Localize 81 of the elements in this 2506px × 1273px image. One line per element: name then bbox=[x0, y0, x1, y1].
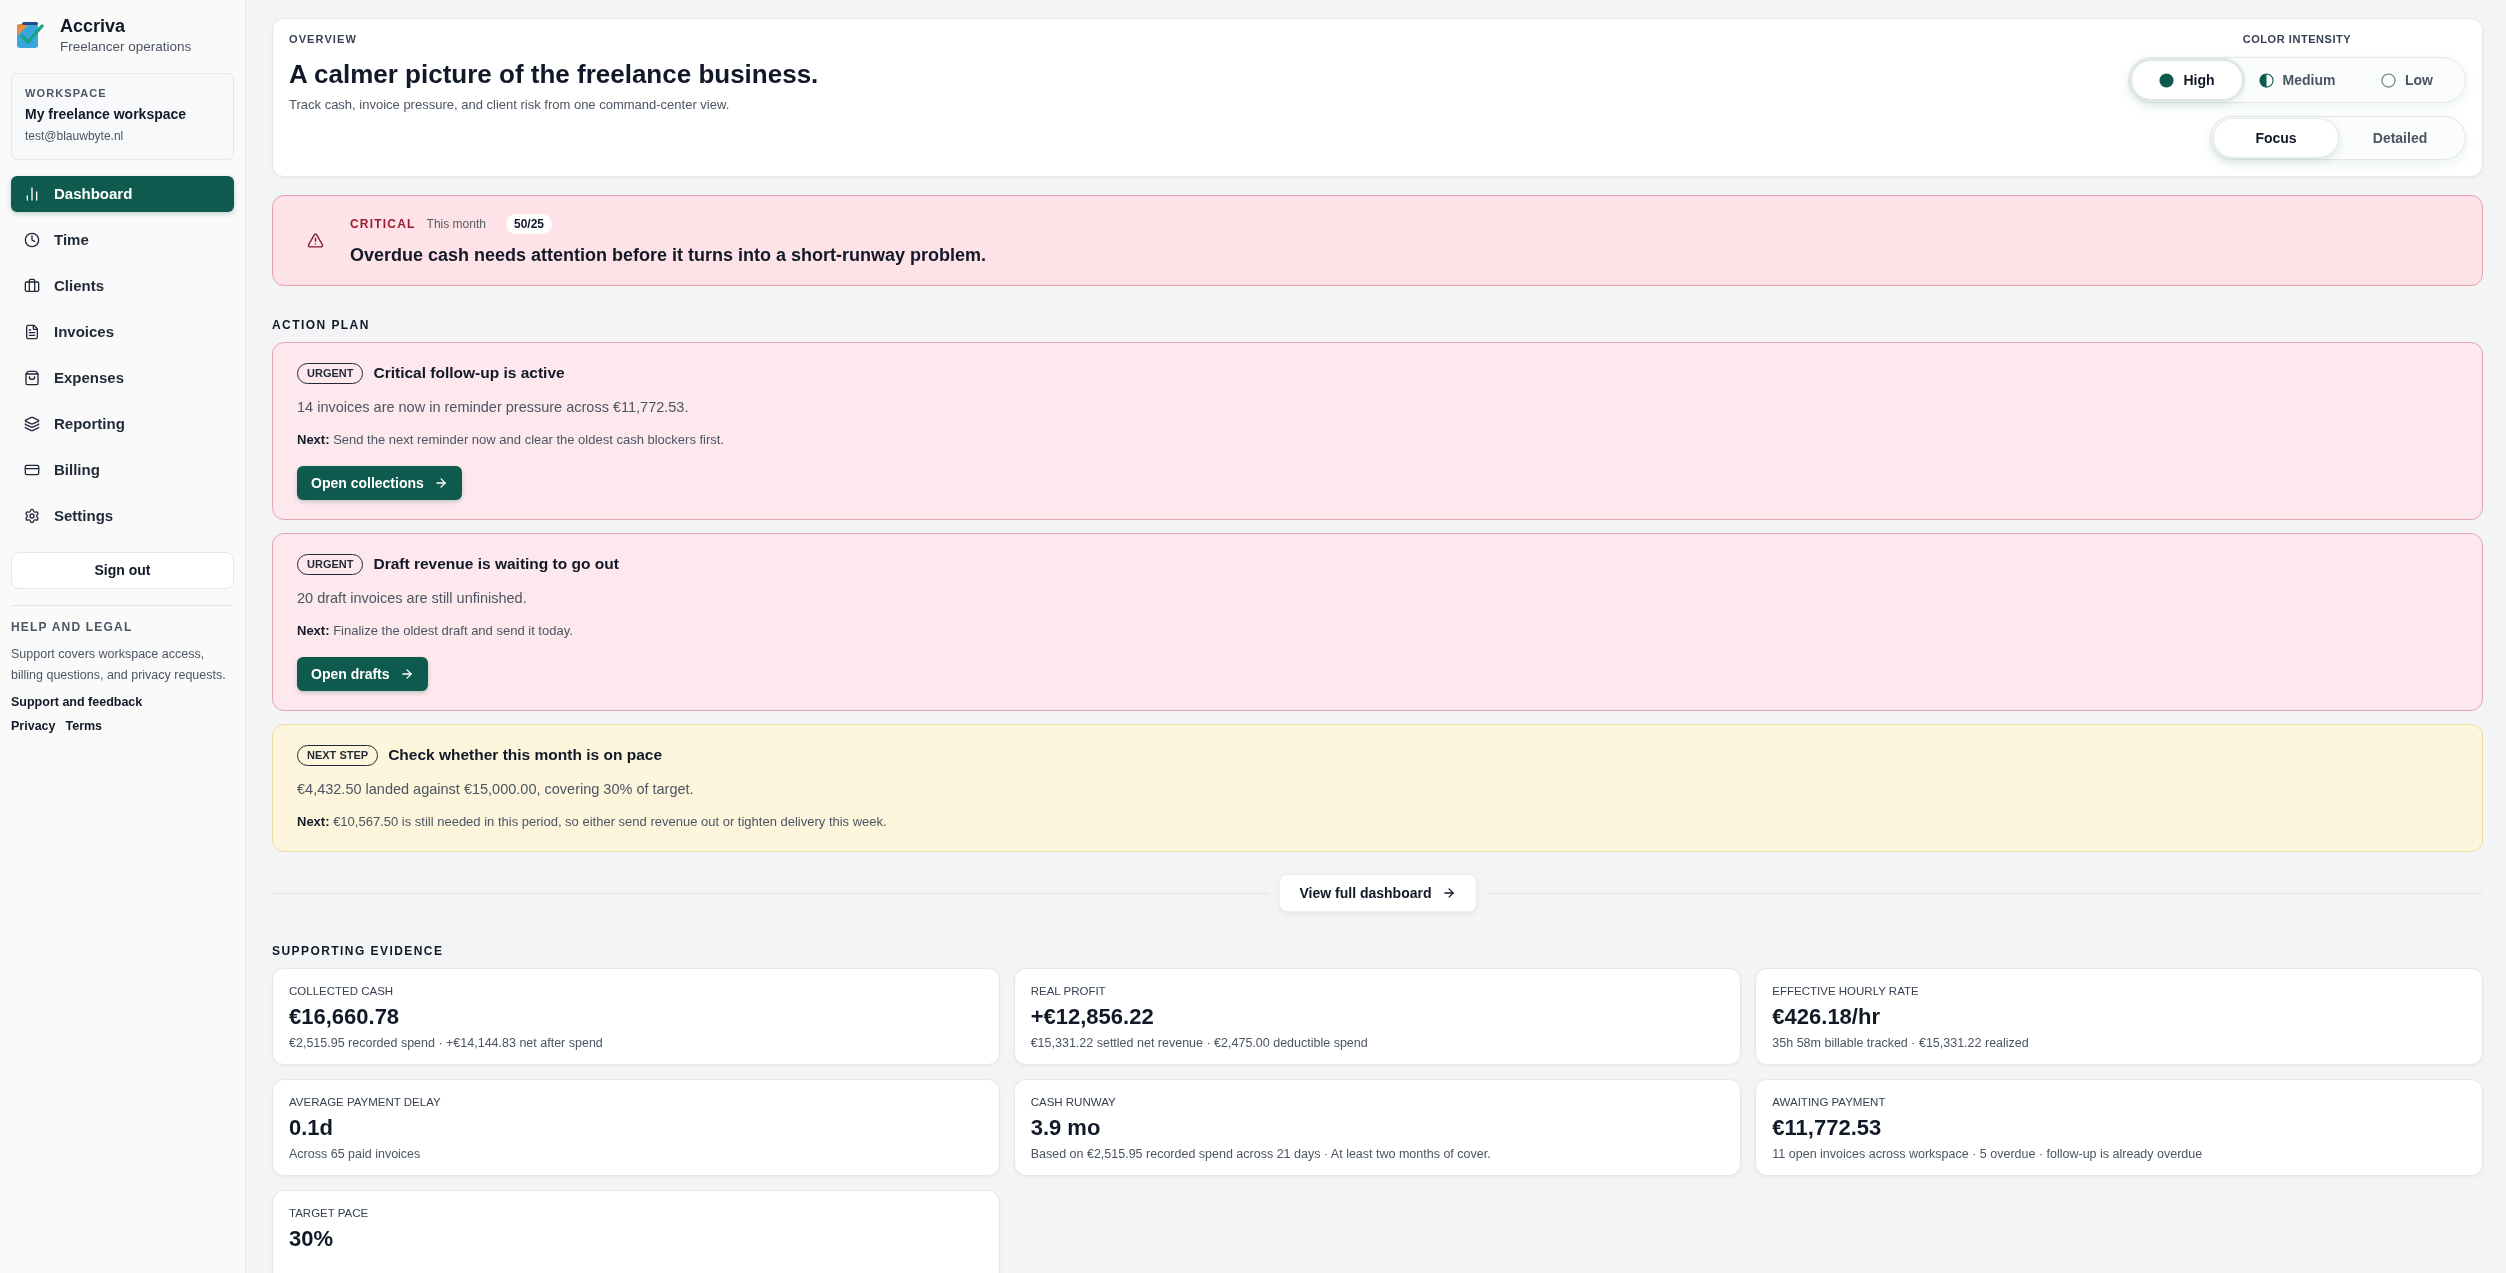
help-link[interactable]: Support and feedback bbox=[11, 693, 143, 711]
metric-detail: 11 open invoices across workspace · 5 overdue · follow-up is already overdue bbox=[1772, 1146, 2204, 1162]
view-dashboard-button[interactable]: View full dashboard bbox=[1278, 874, 1477, 912]
card-icon bbox=[24, 462, 40, 478]
section-heading: ACTION PLAN bbox=[272, 318, 370, 332]
action-button[interactable]: Open collections bbox=[297, 466, 462, 500]
metric-detail: Based on €2,515.95 recorded spend across 21 days · At least two months of cover. bbox=[1030, 1146, 1492, 1162]
action-button[interactable]: Open drafts bbox=[297, 657, 428, 691]
next-step-text: Next: Send the next reminder now and clear the oldest cash blockers first. bbox=[297, 431, 726, 449]
metric-label: AVERAGE PAYMENT DELAY bbox=[289, 1095, 442, 1109]
workspace-label: WORKSPACE bbox=[25, 86, 108, 100]
intensity-label: COLOR INTENSITY bbox=[2242, 32, 2352, 46]
section-heading: SUPPORTING EVIDENCE bbox=[272, 944, 444, 958]
metric-label: REAL PROFIT bbox=[1030, 984, 1107, 998]
sidebar-item[interactable]: Invoices bbox=[11, 314, 234, 350]
settings-icon bbox=[24, 508, 40, 524]
sidebar-item[interactable]: Time bbox=[11, 222, 234, 258]
metric-detail: 35h 58m billable tracked · €15,331.22 realized bbox=[1772, 1035, 2030, 1051]
next-step-text: Next: Finalize the oldest draft and send it today. bbox=[297, 622, 574, 640]
briefcase-icon bbox=[24, 278, 40, 294]
action-title: Check whether this month is on pace bbox=[388, 745, 662, 765]
overview-title: A calmer picture of the freelance business. bbox=[289, 58, 819, 90]
overview-subtitle: Track cash, invoice pressure, and client risk from one command-center view. bbox=[289, 96, 731, 114]
sidebar-item[interactable]: Reporting bbox=[11, 406, 234, 442]
metric-value: +€12,856.22 bbox=[1030, 1003, 1155, 1031]
alert-severity: CRITICAL bbox=[350, 216, 416, 233]
metric-label: AWAITING PAYMENT bbox=[1772, 1095, 1887, 1109]
view-mode-tab[interactable]: Focus bbox=[2214, 119, 2338, 157]
brand-name: Accriva bbox=[60, 15, 127, 38]
warning-icon bbox=[307, 232, 324, 249]
alert-period: This month bbox=[426, 216, 486, 233]
metric-detail: €2,515.95 recorded spend · +€14,144.83 net after spend bbox=[289, 1035, 604, 1051]
metric-value: 0.1d bbox=[289, 1114, 335, 1142]
metric-detail: €15,331.22 settled net revenue · €2,475.00 deductible spend bbox=[1030, 1035, 1369, 1051]
workspace-name: My freelance workspace bbox=[25, 105, 188, 123]
clock-icon bbox=[24, 232, 40, 248]
bag-icon bbox=[24, 370, 40, 386]
metric-label: COLLECTED CASH bbox=[289, 984, 395, 998]
metric-detail: Across 65 paid invoices bbox=[289, 1146, 422, 1162]
metric-label: CASH RUNWAY bbox=[1030, 1095, 1117, 1109]
help-text: Support covers workspace access, billing questions, and privacy requests. bbox=[11, 646, 227, 684]
filled-circle-icon bbox=[2159, 72, 2175, 88]
brand-tagline: Freelancer operations bbox=[60, 38, 192, 56]
metric-value: 3.9 mo bbox=[1030, 1114, 1102, 1142]
alert-message: Overdue cash needs attention before it turns into a short-runway problem. bbox=[350, 244, 987, 267]
action-description: 14 invoices are now in reminder pressure across €11,772.53. bbox=[297, 398, 690, 417]
action-title: Draft revenue is waiting to go out bbox=[373, 554, 619, 574]
metric-value: €11,772.53 bbox=[1772, 1114, 1883, 1142]
legal-link[interactable]: Privacy bbox=[11, 717, 56, 735]
action-description: 20 draft invoices are still unfinished. bbox=[297, 589, 528, 608]
legal-link[interactable]: Terms bbox=[65, 717, 103, 735]
sidebar-item[interactable]: Clients bbox=[11, 268, 234, 304]
sidebar-item[interactable]: Dashboard bbox=[11, 176, 234, 212]
sidebar-item[interactable]: Billing bbox=[11, 452, 234, 488]
metric-value: 30% bbox=[289, 1225, 335, 1253]
arrow-right-icon bbox=[399, 667, 414, 681]
sidebar-item[interactable]: Expenses bbox=[11, 360, 234, 396]
sign-out-button[interactable]: Sign out bbox=[11, 552, 234, 589]
bar-chart-icon bbox=[24, 186, 40, 202]
workspace-email: test@blauwbyte.nl bbox=[25, 128, 125, 144]
help-heading: HELP AND LEGAL bbox=[11, 620, 134, 635]
view-mode-tab[interactable]: Detailed bbox=[2338, 119, 2462, 157]
alert-count: 50/25 bbox=[505, 214, 552, 234]
sidebar-item[interactable]: Settings bbox=[11, 498, 234, 534]
empty-circle-icon bbox=[2381, 72, 2396, 88]
document-icon bbox=[24, 324, 40, 340]
metric-value: €16,660.78 bbox=[289, 1003, 401, 1031]
metric-label: EFFECTIVE HOURLY RATE bbox=[1772, 984, 1920, 998]
intensity-option[interactable]: Medium bbox=[2242, 61, 2352, 99]
logo-icon bbox=[16, 21, 44, 49]
layers-icon bbox=[24, 416, 40, 432]
half-circle-icon bbox=[2258, 72, 2274, 88]
next-step-text: Next: €10,567.50 is still needed in this period, so either send revenue out or tighten delivery this week. bbox=[297, 813, 888, 831]
metric-value: €426.18/hr bbox=[1772, 1003, 1881, 1031]
overview-eyebrow: OVERVIEW bbox=[289, 32, 358, 46]
action-description: €4,432.50 landed against €15,000.00, covering 30% of target. bbox=[297, 780, 695, 799]
arrow-right-icon bbox=[433, 476, 448, 490]
intensity-option[interactable]: High bbox=[2132, 61, 2242, 99]
metric-label: TARGET PACE bbox=[289, 1206, 370, 1220]
intensity-option[interactable]: Low bbox=[2352, 61, 2462, 99]
action-title: Critical follow-up is active bbox=[373, 363, 565, 383]
